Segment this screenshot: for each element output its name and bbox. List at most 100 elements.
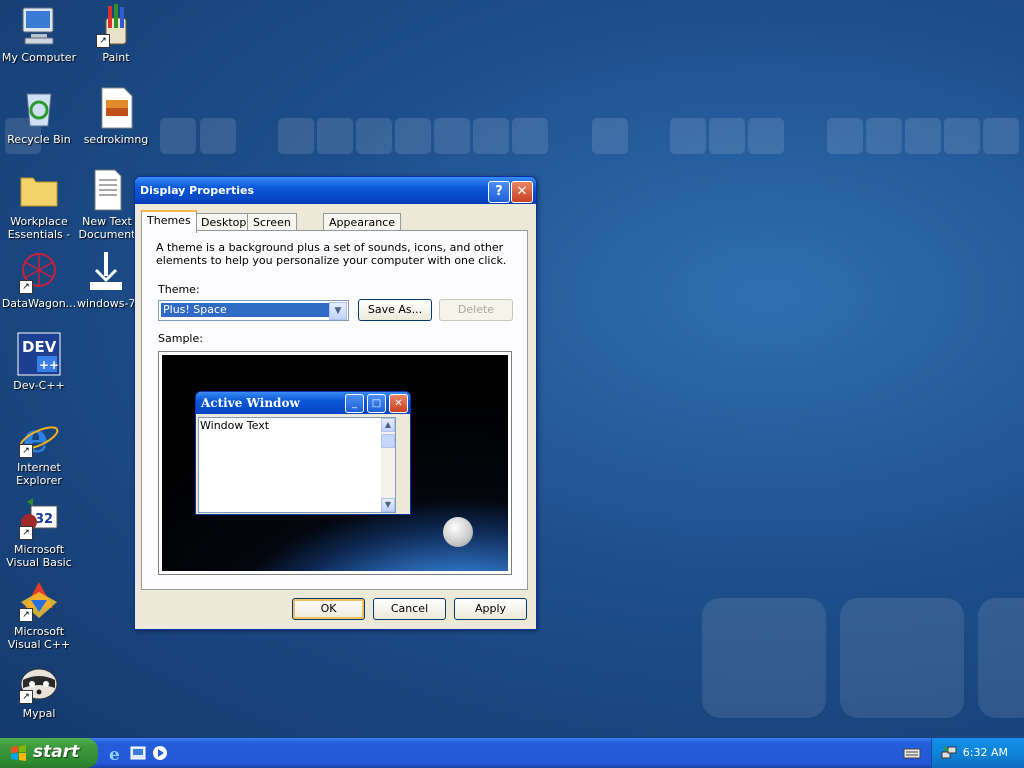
svg-text:++: ++ (39, 358, 59, 372)
text-document-icon (85, 168, 129, 212)
windows-logo-icon (11, 745, 26, 761)
shortcut-arrow-icon: ↗ (19, 690, 33, 704)
space-wallpaper-preview: Active Window _ □ ✕ Window Text ▲ ▼ (162, 355, 508, 571)
delete-button[interactable]: Delete (439, 299, 513, 321)
wallpaper-tile (395, 118, 431, 154)
icon-label: windows-7... (77, 297, 135, 310)
download-icon (84, 250, 128, 294)
wallpaper-tile (905, 118, 941, 154)
computer-icon (17, 4, 61, 48)
dialog-titlebar[interactable]: Display Properties ? ✕ (135, 177, 536, 204)
wallpaper-tile (434, 118, 470, 154)
svg-text:e: e (109, 745, 120, 762)
cancel-button[interactable]: Cancel (373, 598, 446, 620)
desktop-icon-dev-cpp[interactable]: DEV ++ Dev-C++ (0, 332, 78, 392)
themes-description: A theme is a background plus a set of so… (156, 241, 507, 267)
desktop-icon-windows-7[interactable]: windows-7... (77, 250, 135, 310)
wallpaper-tile (944, 118, 980, 154)
desktop-icon-sedrokimng[interactable]: sedrokimng (77, 86, 155, 146)
preview-window-title: Active Window (201, 396, 300, 410)
theme-sample-preview: Active Window _ □ ✕ Window Text ▲ ▼ (158, 351, 512, 575)
paint-icon: ↗ (94, 4, 138, 48)
dialog-title: Display Properties (140, 184, 255, 197)
internet-explorer-icon[interactable]: e (107, 744, 125, 762)
sample-label: Sample: (158, 332, 203, 345)
scroll-up-icon: ▲ (381, 418, 395, 432)
desktop-icon-visual-cpp[interactable]: ↗ Microsoft Visual C++ 6.0 (0, 578, 78, 651)
close-button[interactable]: ✕ (511, 181, 533, 203)
save-as-button[interactable]: Save As... (358, 299, 432, 321)
start-label: start (33, 742, 80, 762)
wallpaper-tile (748, 118, 784, 154)
tab-screen-saver[interactable]: Screen Saver (247, 213, 297, 246)
tab-desktop[interactable]: Desktop (195, 213, 253, 231)
clock[interactable]: 6:32 AM (963, 746, 1008, 759)
icon-label: Recycle Bin (7, 133, 71, 146)
maximize-icon: □ (367, 394, 386, 413)
tab-appearance[interactable]: Appearance (323, 213, 402, 231)
desktop-icon-paint[interactable]: ↗ Paint (77, 4, 155, 64)
start-button[interactable]: start (0, 738, 98, 768)
theme-select[interactable]: Plus! Space ▼ (158, 300, 349, 321)
shortcut-arrow-icon: ↗ (19, 280, 33, 294)
image-file-icon (94, 86, 138, 130)
recycle-bin-icon (17, 86, 61, 130)
dev-cpp-icon: DEV ++ (17, 332, 61, 376)
network-icon[interactable] (940, 744, 958, 762)
desktop-icon-mypal[interactable]: ↗ Mypal (0, 660, 78, 720)
wallpaper-tile (983, 118, 1019, 154)
desktop-icon-my-computer[interactable]: My Computer (0, 4, 78, 64)
taskbar: start e 6:32 AM (0, 738, 1024, 768)
tab-themes[interactable]: Themes (141, 210, 197, 233)
svg-text:DEV: DEV (22, 338, 57, 356)
wallpaper-tile (670, 118, 706, 154)
icon-label: My Computer (1, 51, 77, 64)
wallpaper-tile (866, 118, 902, 154)
theme-select-value: Plus! Space (160, 302, 332, 318)
icon-label: Workplace Essentials - J... (7, 215, 71, 241)
moon-image (443, 517, 473, 547)
desktop: My Computer ↗ Paint Recycle Bin sedrokim… (0, 0, 1024, 738)
visual-cpp-icon: ↗ (17, 578, 61, 622)
ok-button[interactable]: OK (292, 598, 365, 620)
icon-label: Microsoft Visual C++ 6.0 (7, 625, 71, 651)
wallpaper-tile (840, 598, 964, 718)
datawagon-icon: ↗ (17, 250, 61, 294)
desktop-icon-new-text-document[interactable]: New Text Document (77, 168, 137, 241)
desktop-icon-internet-explorer[interactable]: e ↗ Internet Explorer (0, 414, 78, 487)
media-player-icon[interactable] (151, 744, 169, 762)
minimize-icon: _ (345, 394, 364, 413)
icon-label: Microsoft Visual Basic 6.0 (6, 543, 72, 569)
wallpaper-tile (160, 118, 196, 154)
icon-label: New Text Document (78, 215, 136, 241)
icon-label: DataWagon... (1, 297, 77, 310)
preview-window-body: Window Text ▲ ▼ (198, 417, 396, 513)
folder-icon (17, 168, 61, 212)
system-tray: 6:32 AM (931, 738, 1024, 768)
themes-panel: A theme is a background plus a set of so… (141, 230, 528, 590)
mypal-raccoon-icon: ↗ (17, 660, 61, 704)
desktop-icon-datawagon[interactable]: ↗ DataWagon... (0, 250, 78, 310)
scroll-down-icon: ▼ (381, 498, 395, 512)
apply-button[interactable]: Apply (454, 598, 527, 620)
theme-label: Theme: (158, 283, 200, 296)
wallpaper-tile (978, 598, 1024, 718)
preview-active-window: Active Window _ □ ✕ Window Text ▲ ▼ (195, 391, 411, 515)
icon-label: Internet Explorer (16, 461, 62, 487)
display-properties-dialog: Display Properties ? ✕ Themes Desktop Sc… (134, 176, 537, 630)
help-button[interactable]: ? (488, 181, 510, 203)
keyboard-icon[interactable] (903, 744, 921, 762)
icon-label: Mypal (22, 707, 56, 720)
desktop-icon-recycle-bin[interactable]: Recycle Bin (0, 86, 78, 146)
desktop-icon-visual-basic[interactable]: 32 ↗ Microsoft Visual Basic 6.0 (0, 496, 78, 569)
chevron-down-icon[interactable]: ▼ (329, 302, 347, 320)
icon-label: Dev-C++ (13, 379, 65, 392)
show-desktop-icon[interactable] (129, 744, 147, 762)
close-icon: ✕ (389, 394, 408, 413)
shortcut-arrow-icon: ↗ (96, 34, 110, 48)
wallpaper-tile (512, 118, 548, 154)
icon-label: Paint (102, 51, 130, 64)
wallpaper-tile (827, 118, 863, 154)
desktop-icon-workplace-essentials[interactable]: Workplace Essentials - J... (0, 168, 78, 241)
wallpaper-tile (592, 118, 628, 154)
